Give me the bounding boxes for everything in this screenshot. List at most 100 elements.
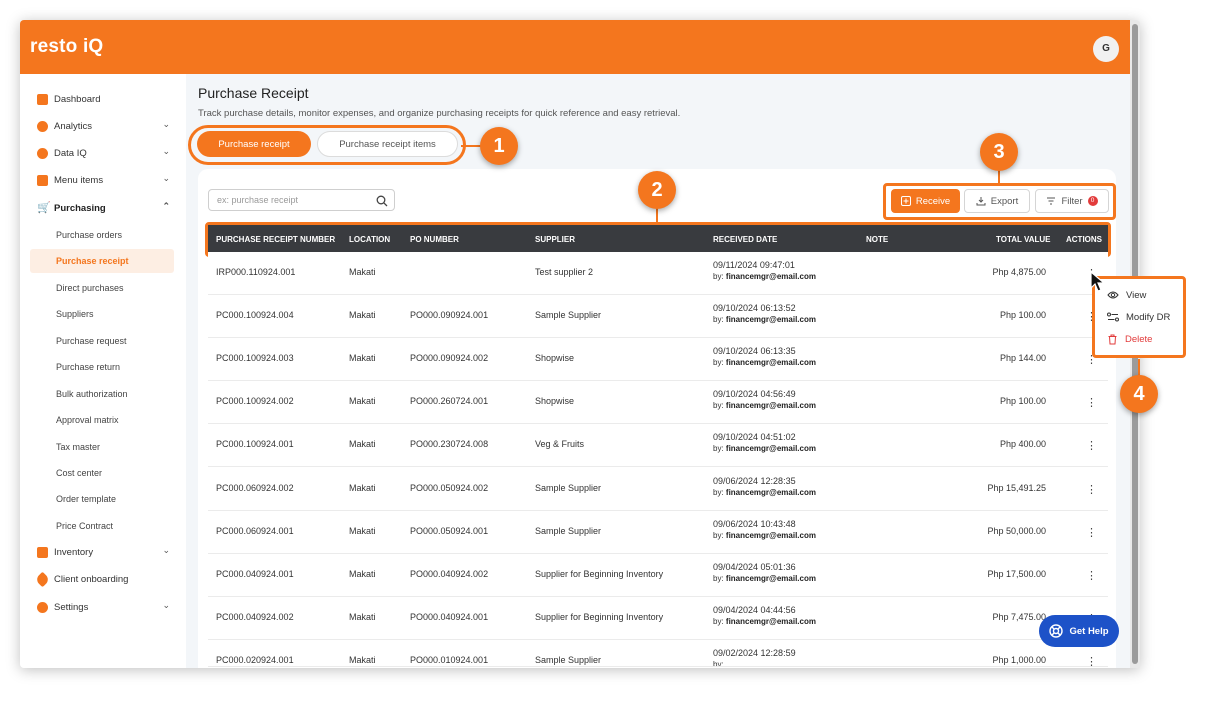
sidebar-item-analytics[interactable]: Analytics ⌄	[30, 115, 174, 137]
table-row[interactable]: PC000.040924.001 Makati PO000.040924.002 Su…	[208, 553, 1108, 597]
sidebar-subitem-approval-matrix[interactable]: Approval matrix	[30, 408, 174, 432]
sidebar-item-client-onboarding[interactable]: Client onboarding	[30, 568, 174, 590]
sidebar-item-label: Menu items	[54, 174, 104, 186]
cell-location: Makati	[349, 439, 376, 450]
received-by-email: financemgr@email.com	[725, 444, 816, 454]
cell-received-date: 09/10/2024 04:56:49 by: financemgr@email.…	[713, 389, 816, 410]
sidebar-subitem-bulk-authorization[interactable]: Bulk authorization	[30, 382, 174, 406]
sidebar-subitem-purchase-orders[interactable]: Purchase orders	[30, 223, 174, 247]
sidebar-subitem-direct-purchases[interactable]: Direct purchases	[30, 276, 174, 300]
table-row[interactable]: PC000.060924.001 Makati PO000.050924.001 Sa…	[208, 510, 1108, 554]
sidebar-item-purchasing[interactable]: 🛒 Purchasing ⌃	[30, 197, 174, 219]
table-row[interactable]: PC000.100924.001 Makati PO000.230724.008 Ve…	[208, 424, 1108, 468]
cell-received-date: 09/10/2024 06:13:35 by: financemgr@email.…	[713, 346, 816, 367]
sidebar-subitem-cost-center[interactable]: Cost center	[30, 461, 174, 485]
received-by-line: by: financemgr@email.com	[713, 444, 816, 453]
cell-location: Makati	[349, 310, 376, 321]
search-input[interactable]	[209, 190, 359, 210]
sidebar-subitem-purchase-receipt[interactable]: Purchase receipt	[30, 249, 174, 273]
row-actions-kebab-icon[interactable]: ⋮	[1086, 656, 1097, 666]
row-actions-kebab-icon[interactable]: ⋮	[1086, 441, 1097, 453]
cell-receipt-number: PC000.100924.003	[216, 353, 294, 364]
cell-received-date: 09/04/2024 04:44:56 by: financemgr@email.…	[713, 605, 816, 626]
received-date-text: 09/10/2024 06:13:52	[713, 303, 796, 314]
sidebar-item-label: Inventory	[54, 546, 94, 558]
table-row[interactable]: PC000.100924.004 Makati PO000.090924.001 Sa…	[208, 295, 1108, 339]
table-row[interactable]: PC000.100924.002 Makati PO000.260724.001 Sh…	[208, 381, 1108, 425]
sidebar-subitem-order-template[interactable]: Order template	[30, 487, 174, 511]
menu-item-view-label: View	[1126, 289, 1147, 301]
received-by-email: financemgr@email.com	[725, 358, 816, 368]
cell-total-value: Php 144.00	[999, 353, 1046, 364]
column-header-po-number[interactable]: PO NUMBER	[410, 225, 459, 254]
cell-supplier: Test supplier 2	[535, 267, 594, 277]
cell-total-value: Php 17,500.00	[987, 568, 1046, 579]
avatar[interactable]: G	[1093, 36, 1119, 62]
sidebar-item-label: Analytics	[54, 120, 93, 132]
cell-po-number: PO000.040924.001	[410, 611, 489, 622]
row-actions-kebab-icon[interactable]: ⋮	[1086, 484, 1097, 497]
sidebar-subitem-price-contract[interactable]: Price Contract	[30, 514, 174, 538]
received-by-prefix: by:	[713, 616, 724, 626]
cell-received-date: 09/11/2024 09:47:01 by: financemgr@email.…	[713, 260, 816, 281]
received-by-email: financemgr@email.com	[725, 401, 816, 411]
cell-po-number: PO000.010924.001	[410, 654, 489, 665]
cell-supplier: Veg & Fruits	[535, 439, 585, 450]
sidebar-item-menu-items[interactable]: Menu items ⌄	[30, 169, 174, 191]
column-header-receipt-number[interactable]: PURCHASE RECEIPT NUMBER	[216, 225, 335, 254]
row-actions-kebab-icon[interactable]: ⋮	[1086, 570, 1097, 583]
received-by-prefix: by:	[713, 659, 724, 667]
table-row[interactable]: PC000.020924.001 Makati PO000.010924.001 Sa…	[208, 639, 1108, 667]
export-button[interactable]: Export	[964, 189, 1030, 213]
sidebar-item-settings[interactable]: Settings ⌄	[30, 596, 174, 618]
received-by-prefix: by:	[713, 444, 724, 454]
menu-item-modify-dr[interactable]: Modify DR	[1107, 308, 1170, 326]
menu-item-delete[interactable]: Delete	[1107, 330, 1152, 348]
row-actions-kebab-icon[interactable]: ⋮	[1086, 527, 1097, 540]
cell-received-date: 09/06/2024 10:43:48 by: financemgr@email.…	[713, 519, 816, 540]
sidebar-item-inventory[interactable]: Inventory ⌄	[30, 541, 174, 563]
row-actions-kebab-icon[interactable]: ⋮	[1086, 398, 1097, 410]
chevron-down-icon: ⌄	[162, 173, 170, 183]
table-row[interactable]: IRP000.110924.001 Makati Test supplier 2 09…	[208, 252, 1108, 295]
dashboard-icon	[37, 93, 48, 105]
column-header-actions[interactable]: ACTIONS	[1066, 225, 1102, 254]
cell-total-value: Php 4,875.00	[992, 267, 1046, 277]
get-help-button[interactable]: Get Help	[1039, 615, 1119, 647]
table-row[interactable]: PC000.100924.003 Makati PO000.090924.002 Sh…	[208, 338, 1108, 382]
filter-button[interactable]: Filter 0	[1035, 189, 1109, 213]
cell-po-number: PO000.050924.001	[410, 525, 489, 536]
filter-count-badge: 0	[1087, 196, 1098, 206]
column-header-note[interactable]: NOTE	[866, 225, 888, 254]
table-row[interactable]: PC000.040924.002 Makati PO000.040924.001 Su…	[208, 596, 1108, 640]
sidebar-subitem-purchase-request[interactable]: Purchase request	[30, 329, 174, 353]
lifebuoy-icon	[1049, 624, 1064, 638]
column-header-received-date[interactable]: RECEIVED DATE	[713, 225, 777, 254]
callout-badge-4: 4	[1120, 375, 1158, 413]
column-header-total-value[interactable]: TOTAL VALUE	[996, 225, 1051, 254]
cell-receipt-number: IRP000.110924.001	[216, 267, 296, 277]
sidebar-subitem-tax-master[interactable]: Tax master	[30, 435, 174, 459]
chevron-up-icon: ⌃	[162, 201, 170, 211]
cell-location: Makati	[349, 568, 376, 579]
tab-purchase-receipt-items[interactable]: Purchase receipt items	[317, 131, 458, 157]
pie-chart-icon	[37, 147, 48, 159]
chevron-down-icon: ⌄	[162, 146, 170, 156]
table-row[interactable]: PC000.060924.002 Makati PO000.050924.002 Sa…	[208, 467, 1108, 511]
sidebar-item-data-iq[interactable]: Data IQ ⌄	[30, 142, 174, 164]
sidebar-item-dashboard[interactable]: Dashboard	[30, 88, 174, 110]
sidebar-subitem-suppliers[interactable]: Suppliers	[30, 302, 174, 326]
cell-supplier: Sample Supplier	[535, 525, 602, 536]
menu-item-view[interactable]: View	[1107, 286, 1146, 304]
column-header-supplier[interactable]: SUPPLIER	[535, 225, 575, 254]
chevron-down-icon: ⌄	[162, 545, 170, 555]
received-by-line: by: financemgr@email.com	[713, 617, 816, 626]
receive-button[interactable]: Receive	[891, 189, 960, 213]
received-by-email: financemgr@email.com	[725, 272, 816, 281]
column-header-location[interactable]: LOCATION	[349, 225, 390, 254]
cell-total-value: Php 100.00	[999, 310, 1046, 321]
search-icon[interactable]	[376, 194, 388, 212]
sidebar-subitem-purchase-return[interactable]: Purchase return	[30, 355, 174, 379]
tab-purchase-receipt[interactable]: Purchase receipt	[197, 131, 311, 157]
received-date-text: 09/04/2024 05:01:36	[713, 561, 796, 572]
